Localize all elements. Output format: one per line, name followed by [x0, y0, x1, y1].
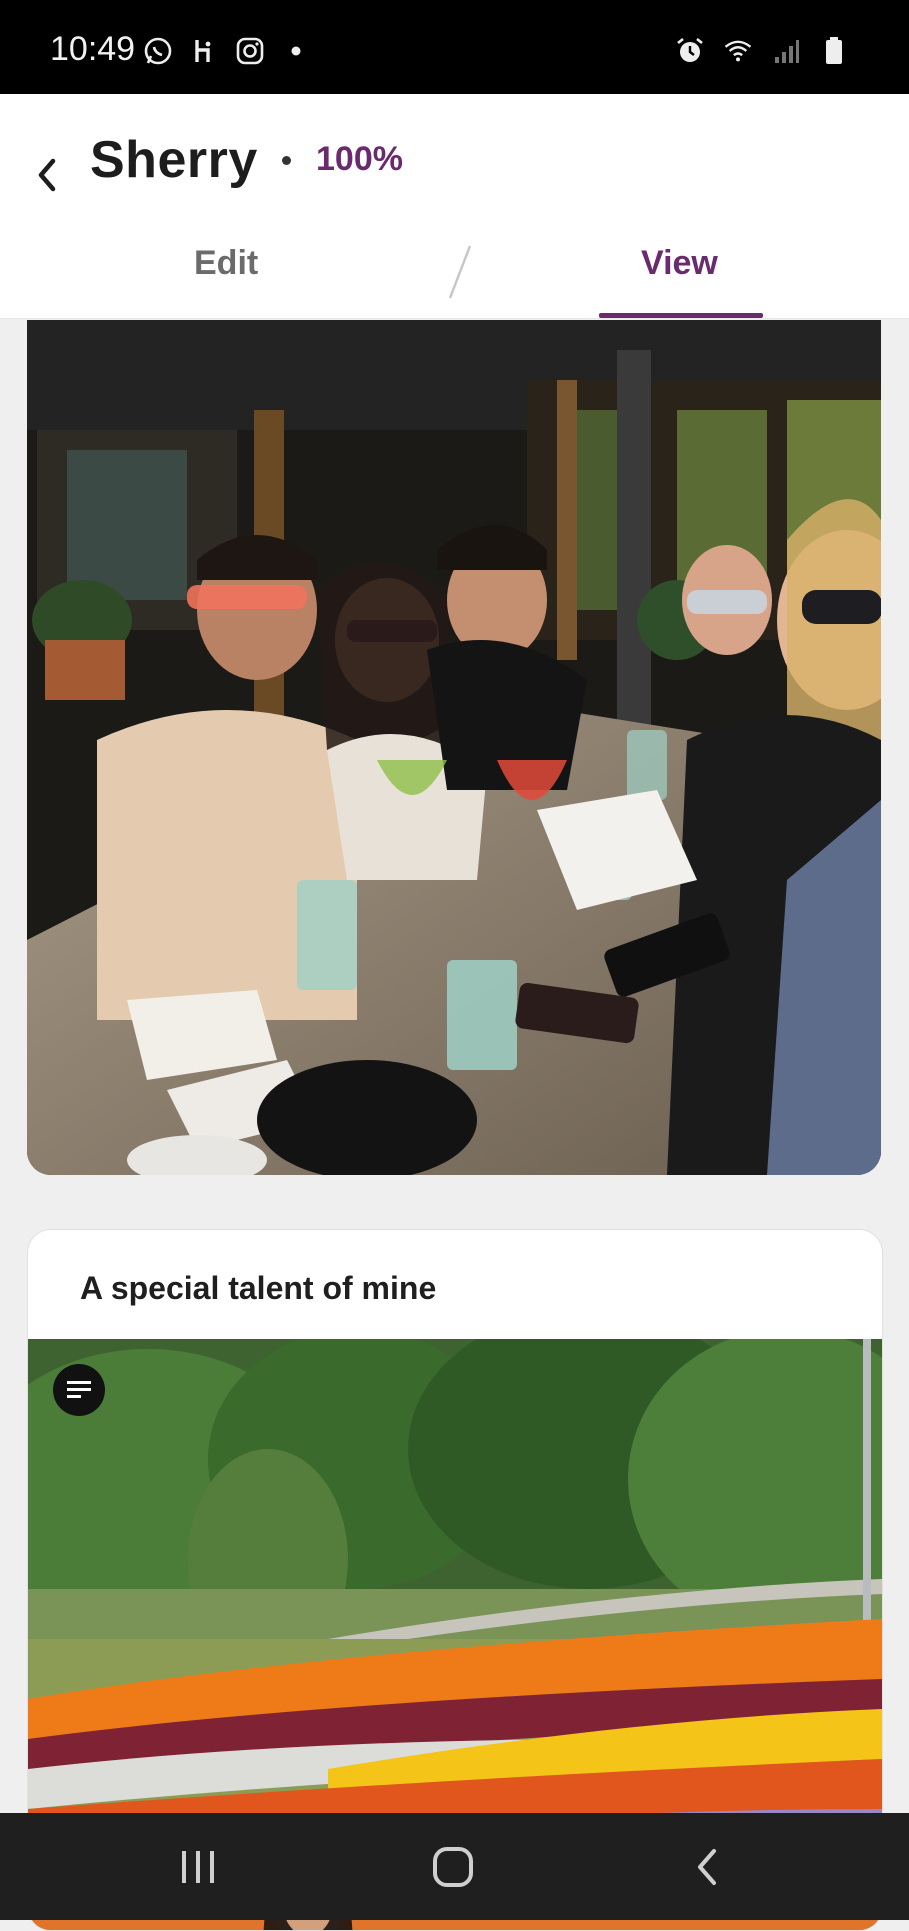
- home-button[interactable]: [413, 1837, 493, 1897]
- profile-name: Sherry: [90, 131, 258, 189]
- active-tab-indicator: [599, 313, 763, 318]
- hinge-icon: [189, 36, 219, 66]
- separator-dot: [282, 156, 291, 165]
- chevron-left-icon: [38, 158, 56, 192]
- status-time: 10:49: [50, 30, 136, 68]
- recent-apps-button[interactable]: [158, 1837, 238, 1897]
- instagram-icon: [235, 36, 265, 66]
- system-navigation-bar: [0, 1813, 909, 1920]
- alarm-icon: [675, 36, 705, 66]
- profile-photo-group[interactable]: [27, 320, 881, 1175]
- text-lines-icon: [67, 1381, 91, 1398]
- system-back-button[interactable]: [667, 1837, 747, 1897]
- home-icon: [433, 1847, 473, 1887]
- battery-icon: [819, 36, 849, 66]
- dot-icon: [281, 36, 311, 66]
- tab-view[interactable]: View: [641, 244, 718, 283]
- whatsapp-icon: [143, 36, 173, 66]
- tab-divider: [448, 245, 472, 299]
- status-left-icons: [143, 36, 311, 66]
- tab-edit[interactable]: Edit: [194, 244, 258, 283]
- recent-apps-icon: [182, 1851, 214, 1883]
- profile-header: Sherry 100% Edit View: [0, 94, 909, 319]
- profile-completion: 100%: [316, 140, 403, 178]
- back-arrow-icon: [698, 1849, 716, 1885]
- group-photo-image: [27, 320, 881, 1175]
- wifi-icon: [723, 36, 753, 66]
- back-button[interactable]: [26, 140, 66, 210]
- status-right-icons: [675, 36, 849, 66]
- status-bar: 10:49: [0, 0, 909, 94]
- prompt-title: A special talent of mine: [80, 1270, 437, 1306]
- signal-icon: [771, 36, 801, 66]
- caption-toggle-button[interactable]: [53, 1364, 105, 1416]
